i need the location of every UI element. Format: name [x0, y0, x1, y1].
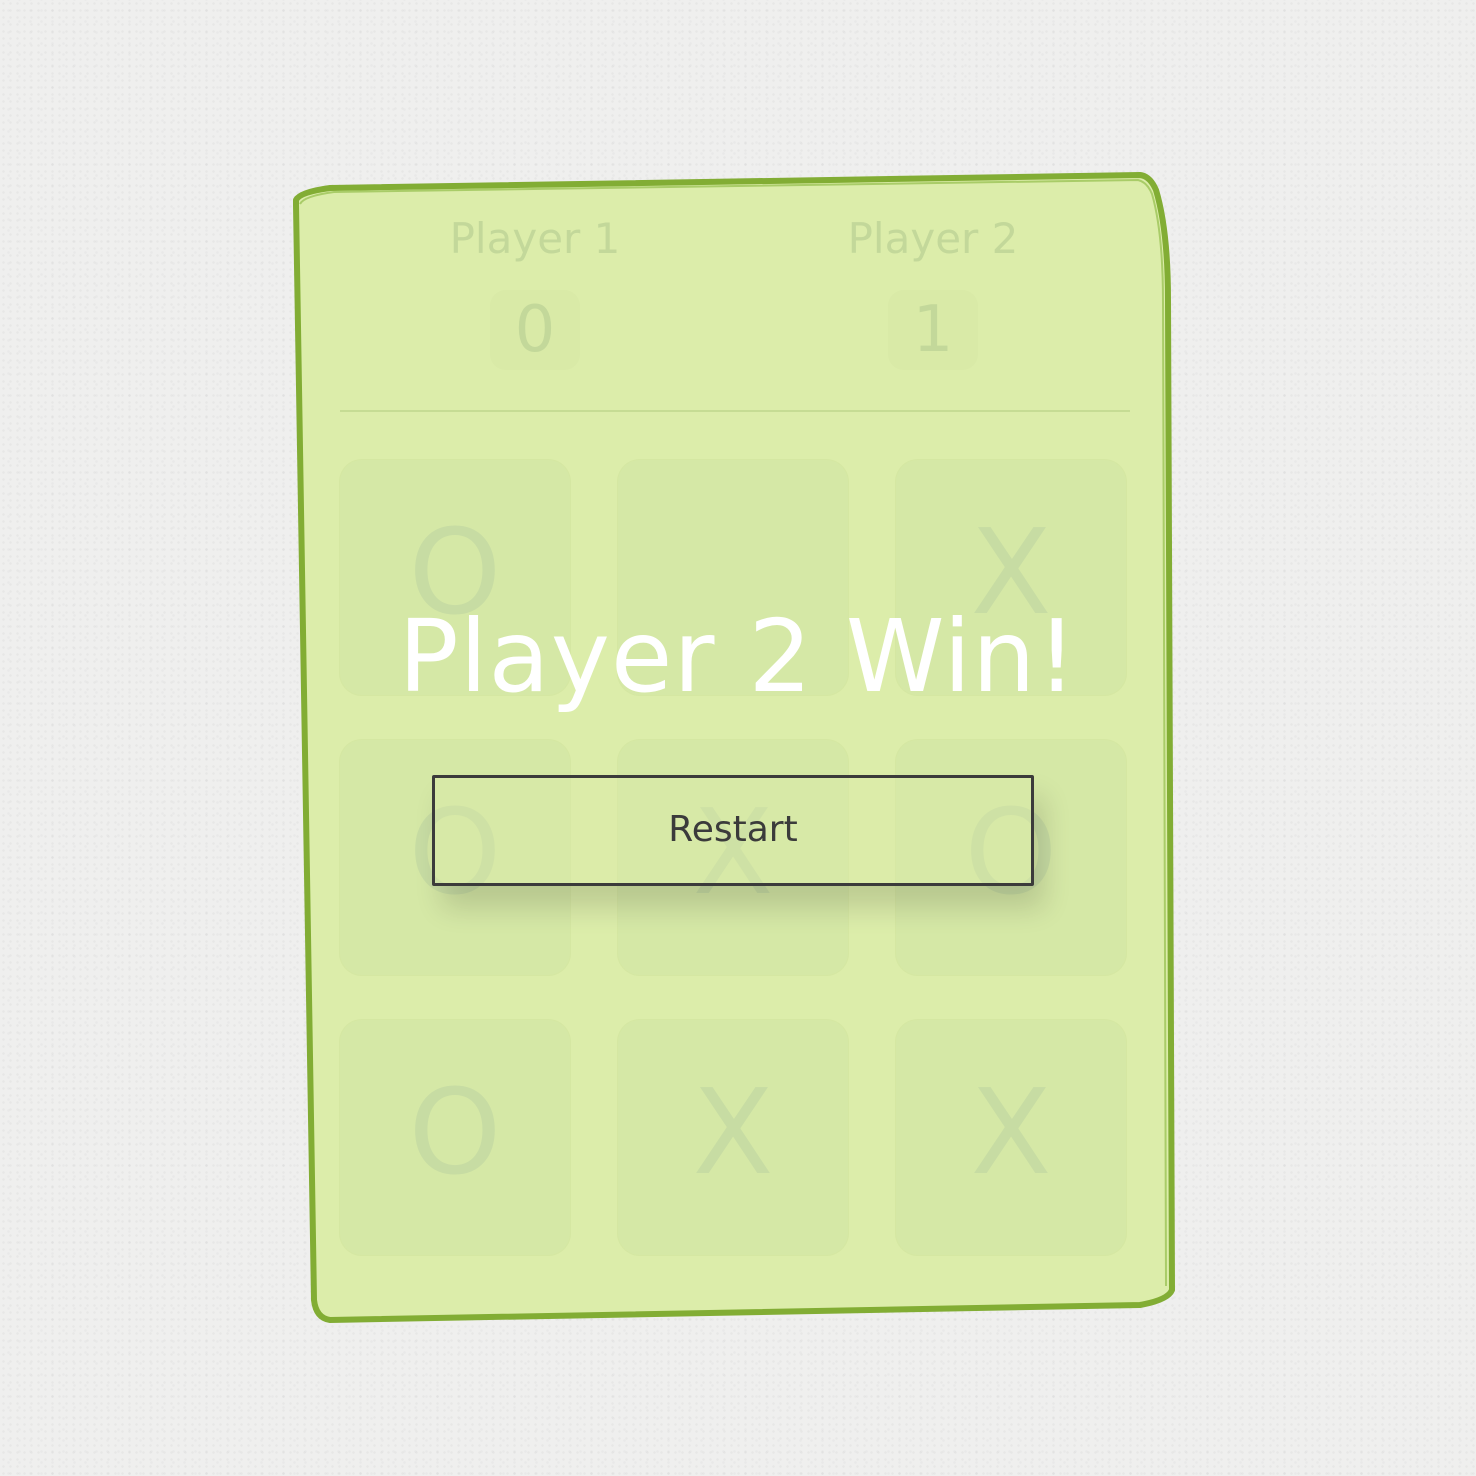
player2-label: Player 2: [847, 214, 1019, 263]
player1-score: 0: [490, 290, 580, 370]
winner-message: Player 2 Win!: [398, 598, 1078, 715]
player2-score: 1: [888, 290, 978, 370]
board-cell[interactable]: O: [340, 1020, 570, 1255]
restart-button[interactable]: Restart: [432, 775, 1034, 886]
board-cell[interactable]: X: [896, 1020, 1126, 1255]
scoreboard-divider: [340, 410, 1130, 412]
game-panel: Player 1 0 Player 2 1 O X O X O O X X: [300, 180, 1170, 1320]
board-cell[interactable]: X: [618, 1020, 848, 1255]
player1-label: Player 1: [449, 214, 621, 263]
